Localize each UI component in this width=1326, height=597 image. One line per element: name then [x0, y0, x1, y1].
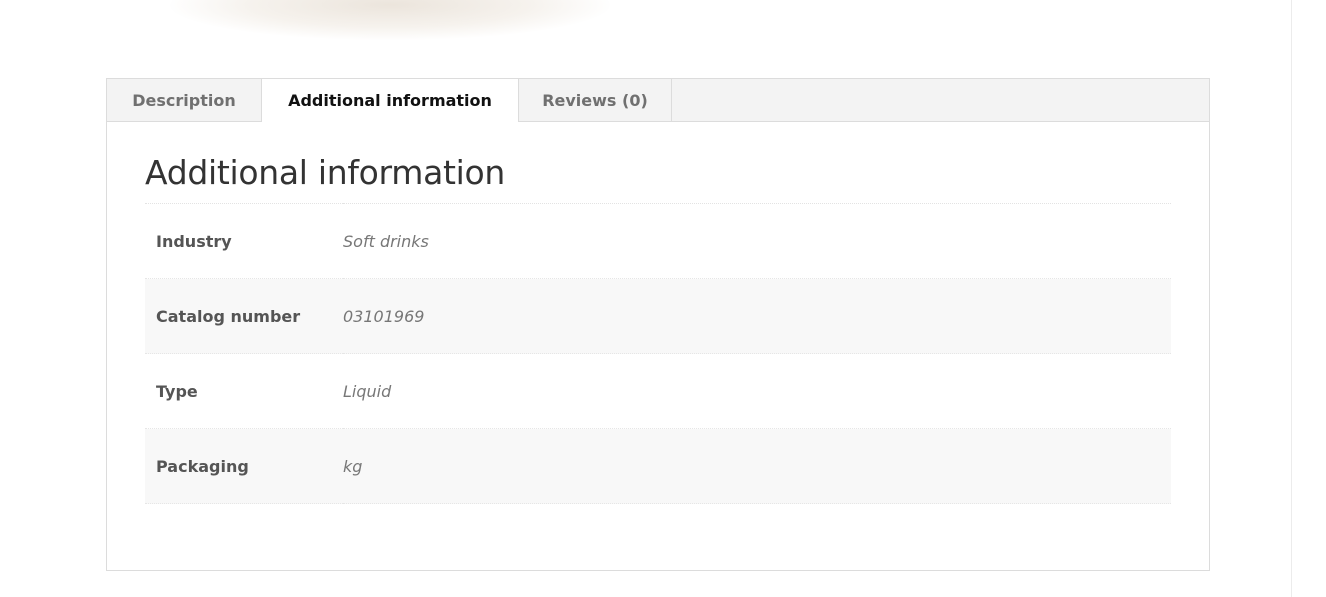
attribute-label: Catalog number — [156, 306, 301, 326]
attributes-table: Industry Soft drinks Catalog number 0310… — [145, 203, 1171, 504]
panel-title: Additional information — [145, 153, 506, 192]
tab-additional-information[interactable]: Additional information — [262, 79, 519, 122]
attribute-value: kg — [343, 456, 363, 476]
table-row: Industry Soft drinks — [145, 204, 1171, 279]
table-row: Catalog number 03101969 — [145, 278, 1171, 354]
sidebar-divider — [1291, 0, 1292, 597]
attribute-label: Type — [156, 381, 198, 401]
tab-reviews[interactable]: Reviews (0) — [519, 79, 672, 121]
product-tabs: Description Additional information Revie… — [106, 78, 1210, 571]
attribute-value: Liquid — [343, 381, 392, 401]
product-page: Description Additional information Revie… — [0, 0, 1326, 597]
table-row: Packaging kg — [145, 428, 1171, 504]
tab-description[interactable]: Description — [107, 79, 262, 121]
tab-bar: Description Additional information Revie… — [107, 79, 1209, 122]
attribute-label: Packaging — [156, 456, 249, 476]
table-row: Type Liquid — [145, 354, 1171, 429]
attribute-value: Soft drinks — [343, 231, 429, 251]
attribute-value: 03101969 — [343, 306, 425, 326]
product-image-shadow — [170, 0, 610, 40]
attribute-label: Industry — [156, 231, 232, 251]
